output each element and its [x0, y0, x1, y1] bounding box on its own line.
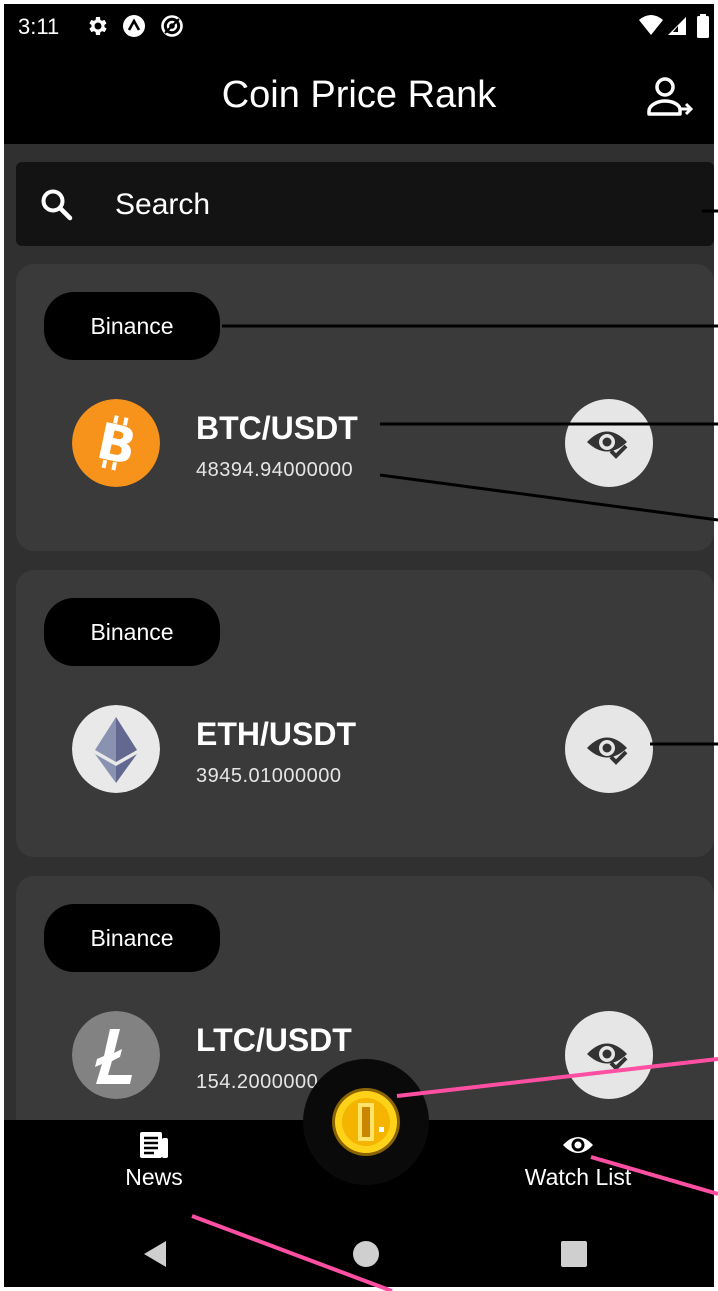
exchange-badge: Binance	[44, 598, 220, 666]
eye-check-icon	[587, 1043, 628, 1071]
app-a-icon	[123, 15, 145, 37]
eye-check-icon	[587, 737, 628, 765]
app-screen: 3:11 Coin Price Rank Search Binance B BT…	[4, 4, 714, 1287]
home-icon[interactable]	[352, 1240, 380, 1268]
system-nav-bar	[4, 1210, 714, 1287]
litecoin-logo	[72, 1011, 160, 1099]
nav-watch-list-label: Watch List	[524, 1164, 632, 1190]
coin-price: 3945.01000000	[196, 765, 342, 787]
exchange-badge: Binance	[44, 904, 220, 972]
signal-icon	[668, 17, 686, 35]
price-rank-fab[interactable]	[303, 1059, 429, 1185]
coin-pair: BTC/USDT	[196, 410, 358, 446]
coin-card[interactable]: Binance ETH/USDT 3945.01000000	[16, 570, 714, 857]
nav-news-label: News	[125, 1164, 183, 1190]
add-to-watchlist-button[interactable]	[565, 1011, 653, 1099]
nav-news[interactable]: News	[54, 1130, 254, 1191]
coin-pair: ETH/USDT	[196, 716, 356, 752]
sync-icon	[161, 15, 183, 37]
account-arrow-icon[interactable]	[646, 76, 694, 120]
gear-icon	[89, 17, 107, 35]
eye-icon	[563, 1137, 593, 1153]
search-icon	[41, 189, 73, 221]
status-bar: 3:11	[4, 4, 714, 50]
coin-card[interactable]: Binance B BTC/USDT 48394.94000000	[16, 264, 714, 551]
recents-icon[interactable]	[561, 1241, 587, 1267]
nav-watch-list[interactable]: Watch List	[478, 1130, 678, 1191]
app-bar: Coin Price Rank	[4, 50, 714, 144]
search-bar[interactable]: Search	[16, 162, 714, 246]
wifi-icon	[639, 15, 663, 35]
gold-coin-icon	[332, 1088, 400, 1156]
exchange-badge: Binance	[44, 292, 220, 360]
coin-pair: LTC/USDT	[196, 1022, 352, 1058]
status-time: 3:11	[18, 14, 60, 39]
add-to-watchlist-button[interactable]	[565, 399, 653, 487]
ethereum-logo	[72, 705, 160, 793]
bitcoin-logo: B	[72, 399, 160, 487]
add-to-watchlist-button[interactable]	[565, 705, 653, 793]
coin-price: 154.2000000	[196, 1071, 319, 1093]
back-icon[interactable]	[142, 1239, 168, 1269]
coin-price: 48394.94000000	[196, 459, 354, 481]
battery-icon	[697, 14, 709, 38]
eye-check-icon	[587, 431, 628, 459]
page-title: Coin Price Rank	[221, 74, 497, 116]
search-input[interactable]: Search	[115, 188, 210, 222]
news-icon	[140, 1132, 168, 1158]
